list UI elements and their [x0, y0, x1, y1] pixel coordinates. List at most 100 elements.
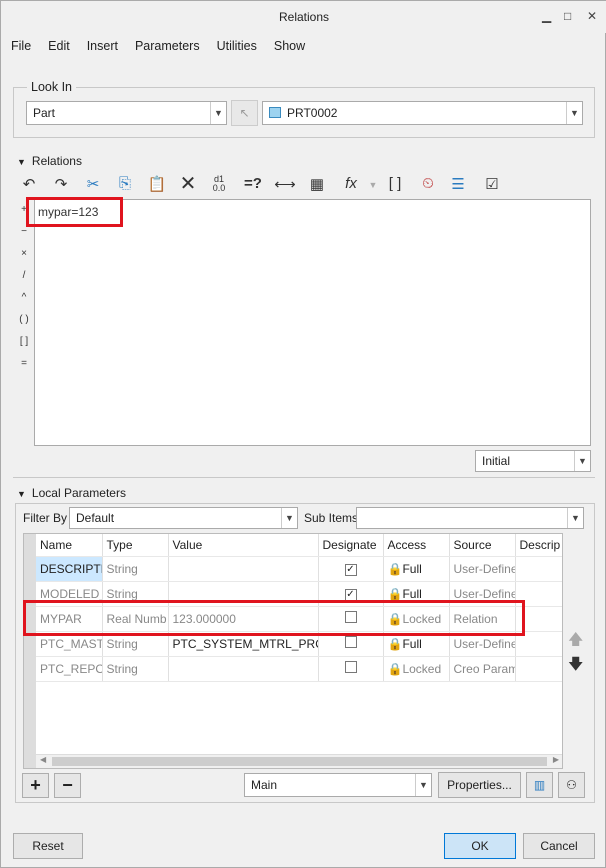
redo-icon[interactable]: ↷ — [50, 175, 72, 193]
cell-name[interactable]: DESCRIPTIO — [36, 556, 103, 582]
copy-icon[interactable]: ⎘ — [114, 175, 136, 192]
brackets-icon[interactable]: [ ] — [384, 175, 406, 192]
cell-description[interactable] — [515, 656, 562, 682]
check-icon[interactable]: ☑ — [481, 175, 503, 193]
minimize-button[interactable]: ▁ — [542, 9, 551, 23]
maximize-button[interactable]: □ — [564, 9, 571, 23]
menu-bar: File Edit Insert Parameters Utilities Sh… — [11, 39, 322, 53]
highlight-box — [23, 600, 525, 636]
op-divide[interactable]: / — [19, 270, 29, 281]
cell-type[interactable]: String — [102, 556, 169, 582]
delete-icon[interactable]: ✕ — [177, 171, 199, 196]
cancel-button[interactable]: Cancel — [523, 833, 595, 859]
designate-checkbox[interactable]: ✓ — [344, 564, 357, 576]
table-row[interactable]: DESCRIPTIO String ✓ 🔒Full User-Define — [36, 556, 562, 582]
op-multiply[interactable]: × — [19, 248, 29, 259]
select-pointer-button[interactable]: ↖ — [231, 100, 258, 126]
relations-editor[interactable]: mypar=123 — [34, 199, 591, 446]
cell-access[interactable]: Full — [402, 637, 421, 651]
table-row[interactable]: PTC_REPOR String 🔒Locked Creo Param — [36, 656, 562, 682]
function-dropdown-icon[interactable]: ▼ — [362, 180, 384, 190]
menu-edit[interactable]: Edit — [48, 39, 70, 53]
col-name[interactable]: Name — [36, 534, 103, 557]
col-source[interactable]: Source — [449, 534, 516, 557]
cell-value[interactable] — [168, 556, 319, 582]
view-select[interactable]: Main ▼ — [244, 773, 432, 797]
part-icon — [269, 107, 281, 118]
menu-parameters[interactable]: Parameters — [135, 39, 200, 53]
designate-checkbox[interactable] — [344, 661, 357, 673]
initial-select[interactable]: Initial ▼ — [475, 450, 591, 472]
move-up-icon[interactable]: 🡅 — [568, 629, 583, 654]
col-value[interactable]: Value — [168, 534, 319, 557]
paste-icon[interactable]: 📋 — [146, 175, 168, 193]
local-parameters-section-header[interactable]: ▼ Local Parameters — [17, 486, 126, 500]
designate-checkbox[interactable] — [344, 636, 357, 648]
row-header-strip — [24, 534, 36, 768]
undo-icon[interactable]: ↶ — [18, 175, 40, 193]
relations-section-header[interactable]: ▼ Relations — [17, 154, 82, 168]
table-columns-icon[interactable]: ▥ — [526, 772, 553, 798]
cut-icon[interactable]: ✂ — [82, 175, 104, 193]
cell-description[interactable] — [515, 556, 562, 582]
add-parameter-button[interactable]: + — [22, 773, 49, 798]
view-value: Main — [251, 778, 278, 792]
cell-value[interactable] — [168, 656, 319, 682]
close-button[interactable]: ✕ — [587, 9, 597, 23]
op-parentheses[interactable]: ( ) — [19, 314, 29, 325]
cell-access[interactable]: Full — [402, 587, 421, 601]
highlight-box — [26, 197, 123, 227]
op-equals[interactable]: = — [19, 358, 29, 369]
col-description[interactable]: Descrip — [515, 534, 562, 557]
remove-parameter-button[interactable]: − — [54, 773, 81, 798]
op-minus[interactable]: − — [19, 226, 29, 237]
cell-type[interactable]: String — [102, 656, 169, 682]
sort-relations-icon[interactable]: ▦ — [306, 175, 328, 193]
chevron-down-icon: ▼ — [415, 774, 431, 796]
menu-insert[interactable]: Insert — [87, 39, 118, 53]
menu-utilities[interactable]: Utilities — [217, 39, 257, 53]
sub-items-label: Sub Items — [304, 511, 359, 525]
dimension-icon[interactable]: ⟷ — [274, 175, 296, 193]
initial-value: Initial — [482, 454, 511, 468]
look-in-type-value: Part — [33, 106, 56, 120]
list-icon[interactable]: ☰ — [447, 175, 469, 193]
col-type[interactable]: Type — [102, 534, 169, 557]
table-header-row: Name Type Value Designate Access Source … — [36, 534, 562, 557]
op-power[interactable]: ^ — [19, 292, 29, 303]
sub-items-select[interactable]: ▼ — [356, 507, 584, 529]
menu-show[interactable]: Show — [274, 39, 305, 53]
function-icon[interactable]: fx — [340, 175, 362, 192]
lock-icon: 🔒 — [387, 586, 403, 601]
title-bar: Relations — [1, 1, 606, 33]
cell-source[interactable]: Creo Param — [449, 656, 516, 682]
filter-value: Default — [76, 511, 115, 525]
move-down-icon[interactable]: 🡇 — [568, 654, 583, 679]
cell-source[interactable]: User-Define — [449, 556, 516, 582]
reset-button[interactable]: Reset — [13, 833, 83, 859]
look-in-model-select[interactable]: PRT0002 ▼ — [262, 101, 583, 125]
look-in-model-value: PRT0002 — [287, 106, 338, 120]
cell-access[interactable]: Locked — [402, 662, 441, 676]
ok-button[interactable]: OK — [444, 833, 516, 859]
lock-icon: 🔒 — [387, 636, 403, 651]
local-parameters-header-label: Local Parameters — [31, 486, 126, 500]
cell-name[interactable]: PTC_REPOR — [36, 656, 103, 682]
properties-button[interactable]: Properties... — [438, 772, 521, 798]
evaluate-expression-icon[interactable]: =? — [242, 175, 264, 192]
verify-icon[interactable]: ⏲ — [417, 175, 439, 192]
filter-by-select[interactable]: Default ▼ — [69, 507, 298, 529]
horizontal-scrollbar[interactable]: ◀ ▶ — [36, 754, 562, 768]
op-brackets[interactable]: [ ] — [19, 336, 29, 347]
find-binoculars-icon[interactable]: ⚇ — [558, 772, 585, 798]
cell-access[interactable]: Full — [402, 562, 421, 576]
chevron-down-icon: ▼ — [210, 102, 226, 124]
menu-file[interactable]: File — [11, 39, 31, 53]
parameters-table: Name Type Value Designate Access Source … — [23, 533, 563, 769]
col-designate[interactable]: Designate — [318, 534, 384, 557]
evaluate-icon[interactable]: d1 0.0 — [208, 175, 230, 193]
scrollbar-thumb[interactable] — [52, 757, 547, 766]
col-access[interactable]: Access — [383, 534, 450, 557]
look-in-type-select[interactable]: Part ▼ — [26, 101, 227, 125]
lock-icon: 🔒 — [387, 561, 403, 576]
